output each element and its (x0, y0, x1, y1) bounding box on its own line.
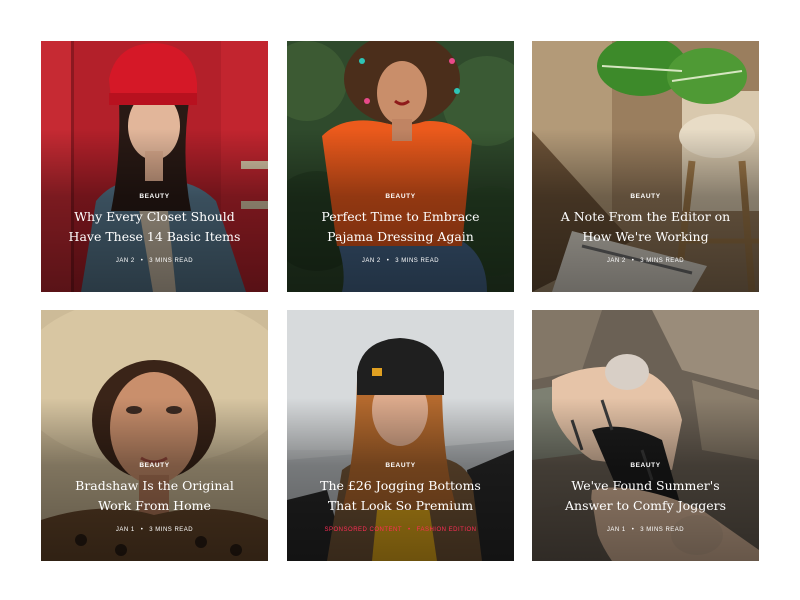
article-card[interactable]: Beauty Why Every Closet Should Have Thes… (41, 41, 268, 292)
article-title[interactable]: The £26 Jogging Bottoms That Look So Pre… (287, 476, 514, 516)
article-title[interactable]: Why Every Closet Should Have These 14 Ba… (41, 207, 268, 247)
read-time: 3 Mins Read (149, 527, 194, 533)
article-title[interactable]: Bradshaw Is the Original Work From Home (41, 476, 268, 516)
article-card[interactable]: Beauty Bradshaw Is the Original Work Fro… (41, 310, 268, 561)
card-overlay: Beauty Why Every Closet Should Have Thes… (41, 185, 268, 264)
meta-separator: • (408, 527, 411, 533)
article-card[interactable]: Beauty We've Found Summer's Answer to Co… (532, 310, 759, 561)
article-meta: Jan 1 • 3 Mins Read (41, 527, 268, 533)
article-date: Jan 1 (115, 527, 135, 533)
category-label[interactable]: Beauty (630, 462, 660, 469)
article-date: Jan 2 (606, 258, 626, 264)
article-card[interactable]: Beauty A Note From the Editor on How We'… (532, 41, 759, 292)
article-title[interactable]: Perfect Time to Embrace Pajama Dressing … (287, 207, 514, 247)
card-overlay: Beauty Perfect Time to Embrace Pajama Dr… (287, 185, 514, 264)
article-meta: Jan 1 • 3 Mins Read (532, 527, 759, 533)
meta-separator: • (631, 527, 635, 533)
article-meta: Sponsored Content • Fashion Edition (287, 527, 514, 533)
article-meta: Jan 2 • 3 Mins Read (287, 258, 514, 264)
category-label[interactable]: Beauty (630, 193, 660, 200)
card-overlay: Beauty Bradshaw Is the Original Work Fro… (41, 454, 268, 533)
read-time: 3 Mins Read (640, 258, 685, 264)
article-date: Jan 2 (115, 258, 135, 264)
read-time: 3 Mins Read (640, 527, 685, 533)
article-date: Jan 1 (606, 527, 626, 533)
edition-label[interactable]: Fashion Edition (417, 527, 477, 533)
meta-separator: • (140, 527, 144, 533)
meta-separator: • (386, 258, 390, 264)
category-label[interactable]: Beauty (385, 462, 415, 469)
card-overlay: Beauty The £26 Jogging Bottoms That Look… (287, 454, 514, 533)
read-time: 3 Mins Read (395, 258, 440, 264)
meta-separator: • (631, 258, 635, 264)
category-label[interactable]: Beauty (139, 193, 169, 200)
read-time: 3 Mins Read (149, 258, 194, 264)
article-date: Jan 2 (361, 258, 381, 264)
article-grid: Beauty Why Every Closet Should Have Thes… (0, 0, 800, 600)
meta-separator: • (140, 258, 144, 264)
article-title[interactable]: We've Found Summer's Answer to Comfy Jog… (532, 476, 759, 516)
article-title[interactable]: A Note From the Editor on How We're Work… (532, 207, 759, 247)
article-meta: Jan 2 • 3 Mins Read (41, 258, 268, 264)
category-label[interactable]: Beauty (385, 193, 415, 200)
sponsored-label[interactable]: Sponsored Content (325, 527, 403, 533)
article-card[interactable]: Beauty The £26 Jogging Bottoms That Look… (287, 310, 514, 561)
category-label[interactable]: Beauty (139, 462, 169, 469)
card-overlay: Beauty A Note From the Editor on How We'… (532, 185, 759, 264)
article-card[interactable]: Beauty Perfect Time to Embrace Pajama Dr… (287, 41, 514, 292)
card-overlay: Beauty We've Found Summer's Answer to Co… (532, 454, 759, 533)
article-meta: Jan 2 • 3 Mins Read (532, 258, 759, 264)
